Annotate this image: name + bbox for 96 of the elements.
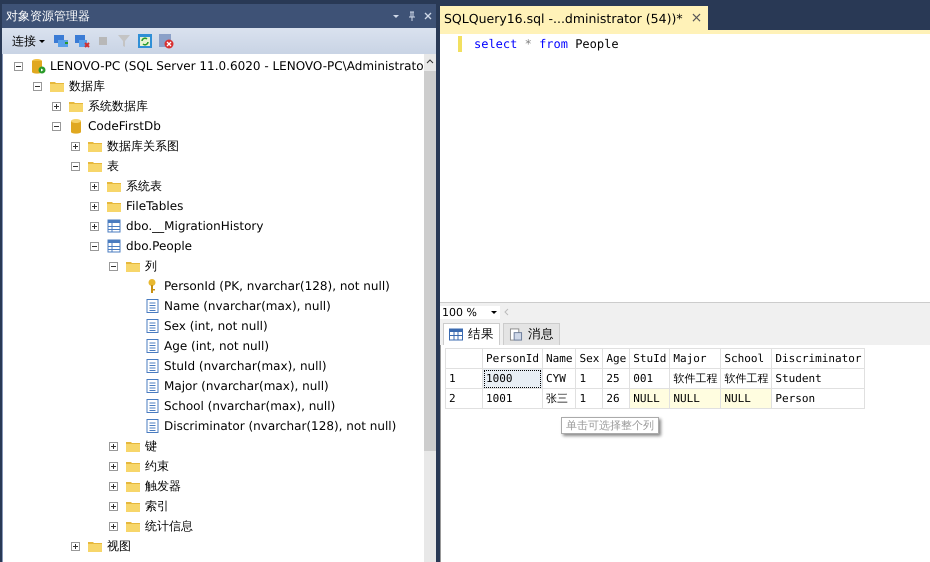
- caret-icon[interactable]: [490, 308, 498, 316]
- collapse-icon[interactable]: [32, 80, 43, 92]
- tree-item[interactable]: 约束: [145, 458, 169, 474]
- table-cell: Student: [772, 368, 865, 388]
- table-cell: 1001: [482, 388, 542, 408]
- expand-icon[interactable]: [70, 540, 81, 552]
- expand-icon[interactable]: [108, 480, 119, 492]
- tree-item[interactable]: StuId (nvarchar(max), null): [164, 359, 326, 373]
- tree-item[interactable]: dbo.__MigrationHistory: [126, 219, 264, 233]
- close-icon[interactable]: [424, 11, 432, 21]
- panel-title: 对象资源管理器: [6, 8, 90, 24]
- collapse-icon[interactable]: [13, 60, 24, 72]
- grid-icon: [449, 328, 463, 341]
- collapse-icon[interactable]: [51, 120, 62, 132]
- tree-item[interactable]: 索引: [145, 498, 169, 514]
- database-icon: [68, 118, 84, 134]
- tree-item[interactable]: Sex (int, not null): [164, 319, 268, 333]
- tree-item[interactable]: 统计信息: [145, 518, 193, 534]
- collapse-icon[interactable]: [70, 160, 81, 172]
- connect-button[interactable]: 连接: [10, 32, 48, 50]
- table-cell: NULL: [630, 388, 670, 408]
- column-icon: [144, 418, 160, 434]
- tree-item[interactable]: PersonId (PK, nvarchar(128), not null): [164, 279, 390, 293]
- disconnect-server-icon[interactable]: [74, 33, 90, 49]
- tree-item[interactable]: 列: [145, 258, 157, 274]
- column-header[interactable]: Discriminator: [772, 348, 865, 368]
- column-header[interactable]: StuId: [630, 348, 670, 368]
- table-icon: [106, 218, 122, 234]
- caret-icon[interactable]: [38, 37, 46, 45]
- connect-server-icon[interactable]: [53, 33, 69, 49]
- document-tab[interactable]: SQLQuery16.sql -...dministrator (54))* ×: [440, 6, 708, 30]
- expand-icon[interactable]: [70, 140, 81, 152]
- collapse-icon[interactable]: [108, 260, 119, 272]
- results-tab[interactable]: 消息: [503, 323, 560, 345]
- column-icon: [144, 318, 160, 334]
- column-header[interactable]: Age: [602, 348, 630, 368]
- tree-item[interactable]: 视图: [107, 538, 131, 554]
- expand-icon[interactable]: [108, 500, 119, 512]
- code-line: select * from People: [473, 36, 619, 52]
- column-icon: [144, 378, 160, 394]
- pin-icon[interactable]: [408, 11, 416, 21]
- tree-item[interactable]: 触发器: [145, 478, 181, 494]
- database-server-icon: [30, 58, 46, 74]
- expand-icon[interactable]: [108, 520, 119, 532]
- tree-item[interactable]: 数据库: [69, 78, 105, 94]
- table-cell: NULL: [670, 388, 721, 408]
- table-cell: NULL: [720, 388, 772, 408]
- expand-icon[interactable]: [89, 180, 100, 192]
- column-header[interactable]: School: [720, 348, 772, 368]
- scroll-up-icon[interactable]: [426, 59, 434, 64]
- tree-item[interactable]: 系统表: [126, 178, 162, 194]
- tree-item[interactable]: Discriminator (nvarchar(128), not null): [164, 419, 396, 433]
- table-cell: 张三: [542, 388, 576, 408]
- document-icon: [509, 328, 523, 341]
- tree-item[interactable]: FileTables: [126, 199, 184, 213]
- tree-item[interactable]: 系统数据库: [88, 98, 148, 114]
- tree-item[interactable]: School (nvarchar(max), null): [164, 399, 336, 413]
- tree-item[interactable]: dbo.People: [126, 239, 192, 253]
- table-cell: 25: [602, 368, 630, 388]
- expand-icon[interactable]: [51, 100, 62, 112]
- expand-icon[interactable]: [108, 440, 119, 452]
- column-header[interactable]: Name: [542, 348, 576, 368]
- tree-item[interactable]: Major (nvarchar(max), null): [164, 379, 329, 393]
- tree-item[interactable]: 键: [145, 438, 157, 454]
- table-cell: CYW: [542, 368, 576, 388]
- tooltip: 单击可选择整个列: [561, 417, 659, 434]
- tree-item[interactable]: CodeFirstDb: [88, 119, 161, 133]
- close-icon[interactable]: ×: [690, 10, 702, 26]
- scrollbar[interactable]: [424, 54, 436, 562]
- activity-monitor-icon[interactable]: [158, 33, 174, 49]
- expand-icon[interactable]: [89, 200, 100, 212]
- column-icon: [144, 298, 160, 314]
- row-number[interactable]: 2: [446, 388, 482, 408]
- table-cell: 1: [576, 368, 603, 388]
- table-cell: Person: [772, 388, 865, 408]
- table-cell: 1: [576, 388, 603, 408]
- expand-icon[interactable]: [89, 220, 100, 232]
- zoom-dropdown[interactable]: 100 %: [440, 306, 500, 318]
- column-header[interactable]: Major: [670, 348, 721, 368]
- filter-icon: [116, 33, 132, 49]
- column-icon: [144, 338, 160, 354]
- results-tab[interactable]: 结果: [443, 323, 500, 345]
- column-header[interactable]: Sex: [576, 348, 603, 368]
- tree-item[interactable]: LENOVO-PC (SQL Server 11.0.6020 - LENOVO-PC\Administrato: [50, 59, 424, 73]
- tree-item[interactable]: Age (int, not null): [164, 339, 270, 353]
- column-header[interactable]: PersonId: [482, 348, 542, 368]
- tree-item[interactable]: 表: [107, 158, 119, 174]
- refresh-icon[interactable]: [137, 33, 153, 49]
- column-icon: [144, 358, 160, 374]
- column-icon: [144, 398, 160, 414]
- tree-item[interactable]: Name (nvarchar(max), null): [164, 299, 331, 313]
- table-icon: [106, 238, 122, 254]
- expand-icon[interactable]: [108, 460, 119, 472]
- collapse-icon[interactable]: [89, 240, 100, 252]
- tree-item[interactable]: 数据库关系图: [107, 138, 179, 154]
- table-cell: 1000: [482, 368, 542, 388]
